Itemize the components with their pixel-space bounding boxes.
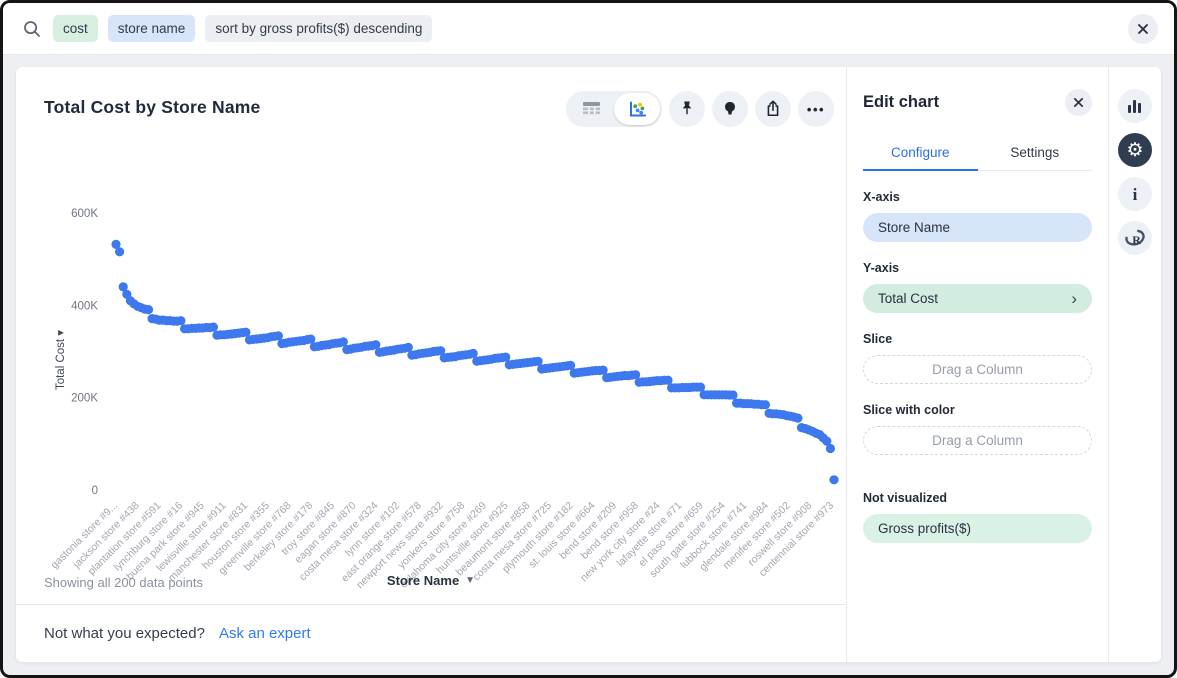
chart-config-button[interactable] bbox=[1118, 89, 1152, 123]
slice-color-field-label: Slice with color bbox=[863, 403, 1092, 417]
data-point[interactable] bbox=[829, 475, 838, 484]
r-logo-icon: R bbox=[1124, 229, 1146, 248]
y-axis-tick: 400K bbox=[71, 300, 98, 312]
data-point[interactable] bbox=[176, 316, 185, 325]
y-axis-tick: 0 bbox=[92, 485, 98, 497]
not-visualized-column-name: Gross profits($) bbox=[878, 521, 971, 536]
view-toggle bbox=[566, 91, 662, 127]
y-axis-tick: 200K bbox=[71, 393, 98, 405]
x-axis-selector-label: Store Name bbox=[387, 573, 459, 588]
panel-title: Edit chart bbox=[863, 93, 939, 112]
share-icon bbox=[763, 99, 783, 119]
close-icon bbox=[1073, 97, 1084, 108]
tab-settings[interactable]: Settings bbox=[978, 136, 1093, 170]
pin-icon bbox=[677, 99, 697, 119]
y-axis-tick: 600K bbox=[71, 208, 98, 220]
chevron-right-icon: › bbox=[1071, 290, 1077, 307]
ellipsis-icon: ••• bbox=[807, 103, 825, 116]
x-axis-field-label: X-axis bbox=[863, 190, 1092, 204]
chart-title: Total Cost by Store Name bbox=[44, 97, 260, 118]
answer-card: Total Cost by Store Name bbox=[16, 67, 1161, 662]
not-visualized-label: Not visualized bbox=[863, 491, 1092, 505]
data-point[interactable] bbox=[144, 305, 153, 314]
slice-color-dropzone[interactable]: Drag a Column bbox=[863, 426, 1092, 455]
expert-bar: Not what you expected? Ask an expert bbox=[16, 604, 846, 662]
slice-color-placeholder: Drag a Column bbox=[932, 433, 1023, 448]
search-bar: cost store name sort by gross profits($)… bbox=[3, 3, 1174, 55]
more-actions-button[interactable]: ••• bbox=[798, 91, 834, 127]
x-axis-column-name: Store Name bbox=[878, 220, 950, 235]
search-token-cost[interactable]: cost bbox=[53, 15, 98, 43]
slice-placeholder: Drag a Column bbox=[932, 362, 1023, 377]
y-axis-column-name: Total Cost bbox=[878, 291, 938, 306]
pin-button[interactable] bbox=[669, 91, 705, 127]
gear-icon: ⚙ bbox=[1126, 141, 1143, 160]
data-point[interactable] bbox=[728, 390, 737, 399]
info-icon: i bbox=[1133, 186, 1138, 203]
svg-text:R: R bbox=[1132, 233, 1141, 247]
lightbulb-icon bbox=[720, 99, 740, 119]
share-button[interactable] bbox=[755, 91, 791, 127]
chart-area: Total Cost by Store Name bbox=[16, 67, 847, 662]
chart-toolbar: ••• bbox=[566, 91, 834, 127]
search-icon bbox=[21, 18, 43, 40]
data-point[interactable] bbox=[826, 444, 835, 453]
tab-configure[interactable]: Configure bbox=[863, 136, 978, 170]
y-axis-field-label: Y-axis bbox=[863, 261, 1092, 275]
info-button[interactable]: i bbox=[1118, 177, 1152, 211]
data-point-count: Showing all 200 data points bbox=[44, 575, 203, 590]
chart-view-button[interactable] bbox=[614, 93, 660, 125]
clear-search-button[interactable] bbox=[1128, 14, 1158, 44]
table-icon bbox=[582, 101, 601, 117]
app-window: cost store name sort by gross profits($)… bbox=[0, 0, 1177, 678]
ask-expert-link[interactable]: Ask an expert bbox=[219, 625, 311, 642]
insights-button[interactable] bbox=[712, 91, 748, 127]
panel-tabs: Configure Settings bbox=[863, 136, 1092, 171]
slice-field-label: Slice bbox=[863, 332, 1092, 346]
x-axis-selector[interactable]: Store Name ▼ bbox=[381, 572, 481, 589]
data-point[interactable] bbox=[761, 400, 770, 409]
y-axis-column-pill[interactable]: Total Cost › bbox=[863, 284, 1092, 313]
data-point[interactable] bbox=[793, 414, 802, 423]
table-view-button[interactable] bbox=[568, 93, 614, 125]
close-panel-button[interactable] bbox=[1065, 89, 1092, 116]
data-point[interactable] bbox=[115, 247, 124, 256]
scatter-chart-icon bbox=[628, 101, 647, 118]
bar-chart-icon bbox=[1127, 99, 1143, 114]
not-visualized-pill[interactable]: Gross profits($) bbox=[863, 514, 1092, 543]
search-token-store-name[interactable]: store name bbox=[108, 15, 196, 43]
r-analysis-button[interactable]: R bbox=[1118, 221, 1152, 255]
slice-dropzone[interactable]: Drag a Column bbox=[863, 355, 1092, 384]
y-axis-title[interactable]: Total Cost ▾ bbox=[55, 330, 67, 390]
chevron-down-icon: ▼ bbox=[465, 575, 475, 586]
edit-chart-panel: Edit chart Configure Settings X-axis Sto… bbox=[847, 67, 1109, 662]
expert-question: Not what you expected? bbox=[44, 625, 205, 642]
data-point[interactable] bbox=[209, 323, 218, 332]
close-icon bbox=[1137, 23, 1149, 35]
edit-chart-button[interactable]: ⚙ bbox=[1118, 133, 1152, 167]
search-token-sort[interactable]: sort by gross profits($) descending bbox=[205, 15, 432, 43]
x-axis-column-pill[interactable]: Store Name bbox=[863, 213, 1092, 242]
right-rail: ⚙ i R bbox=[1109, 67, 1161, 662]
